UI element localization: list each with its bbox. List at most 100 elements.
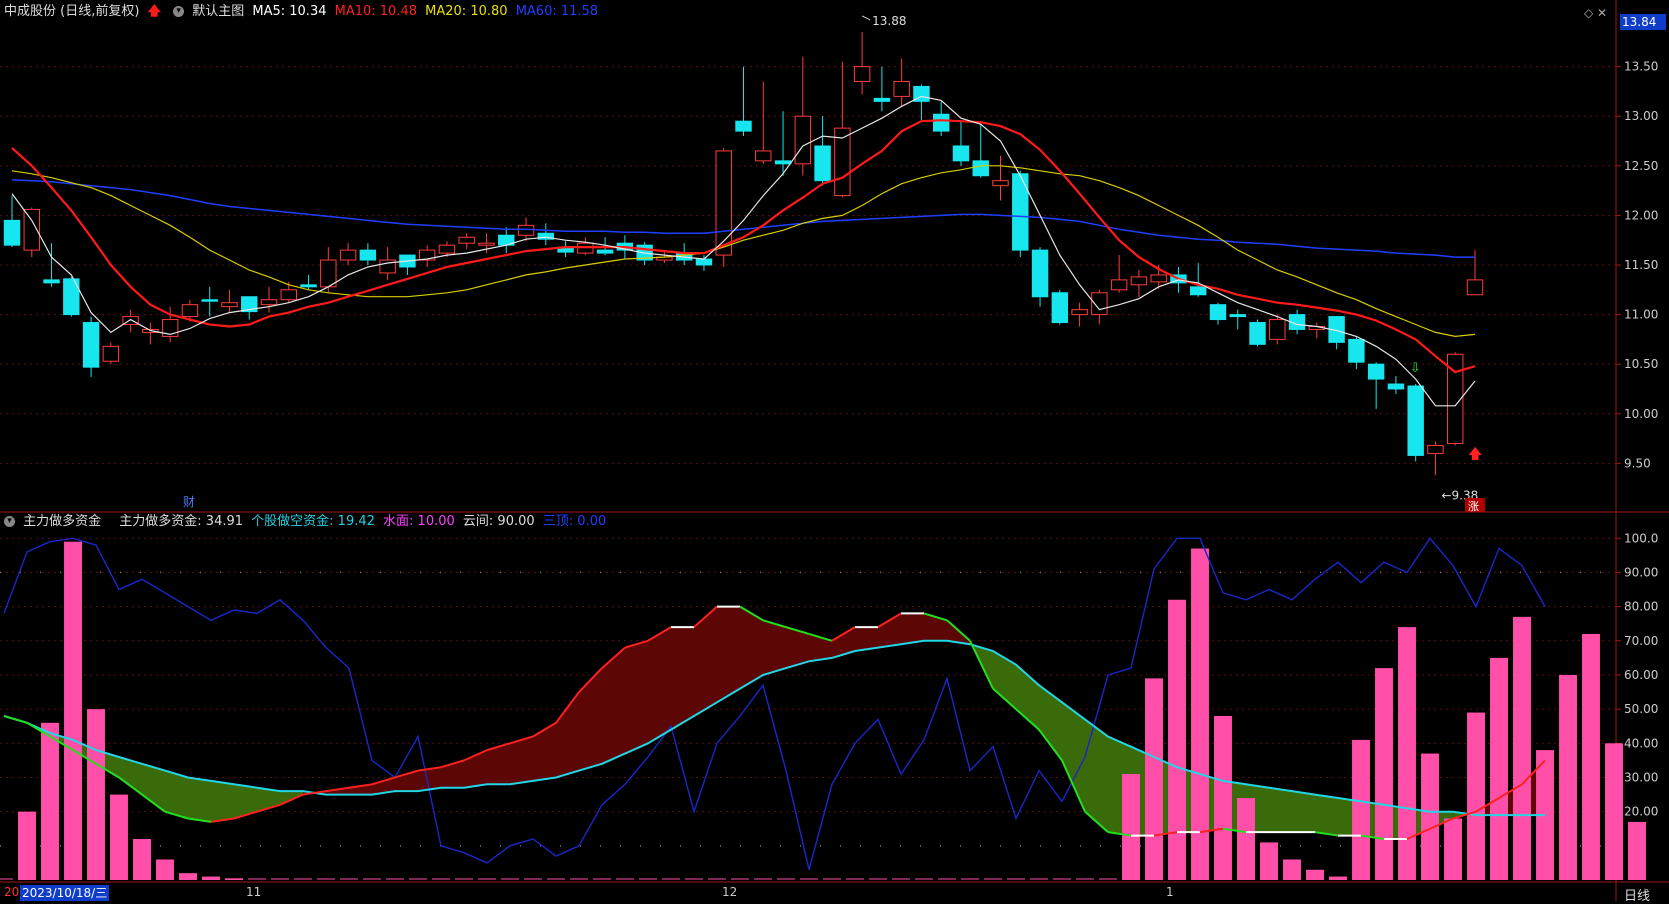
- candle-body: [1209, 304, 1227, 321]
- candle-body: [3, 219, 21, 246]
- candle-body: [300, 284, 317, 288]
- candle-body: [102, 345, 120, 362]
- indicator-ribbon: [1269, 787, 1292, 833]
- candle-body: [438, 244, 456, 254]
- high-pointer: [861, 15, 871, 21]
- pink-bar: [1352, 739, 1370, 880]
- stock-title[interactable]: 中成股份 (日线,前复权): [4, 4, 139, 19]
- ma5-value: MA5: 10.34: [252, 4, 327, 19]
- pink-bar: [1513, 616, 1531, 880]
- indicator-ribbon: [556, 692, 579, 778]
- finance-marker: 财: [183, 495, 195, 509]
- candle-body: [735, 120, 752, 132]
- candle-body: [1269, 319, 1286, 340]
- candle-body: [932, 113, 950, 132]
- pink-bar: [1283, 859, 1301, 880]
- chart-canvas[interactable]: 13.50 13.00 12.50 12.00 11.50 11.00 10.50 10.00…: [0, 0, 1669, 901]
- indicator-ribbon: [832, 627, 855, 658]
- pink-bar: [1329, 876, 1347, 880]
- pink-bar: [179, 873, 197, 880]
- pink-bar: [156, 859, 174, 880]
- candle-body: [755, 150, 772, 162]
- indicator-name[interactable]: 主力做多资金: [23, 514, 101, 529]
- candle-body: [201, 299, 218, 302]
- indicator-axis-label: 20.00: [1624, 805, 1658, 819]
- candle-body: [1367, 363, 1385, 380]
- candle-body: [43, 279, 60, 284]
- chevron-down-icon[interactable]: ▾: [173, 6, 185, 17]
- price-axis-label: 13.00: [1624, 109, 1658, 123]
- indicator-axis-label: 80.00: [1624, 600, 1658, 614]
- pink-bar: [225, 878, 243, 880]
- pink-bar: [1237, 797, 1255, 880]
- price-axis-label: 13.50: [1624, 60, 1658, 74]
- indicator-ribbon: [579, 668, 602, 771]
- pink-bar: [64, 541, 82, 880]
- arrow-up-icon[interactable]: 🡅: [148, 4, 161, 19]
- indicator-axis-label: 30.00: [1624, 770, 1658, 784]
- indicator-ribbon: [763, 620, 786, 675]
- candle-body: [715, 150, 732, 256]
- ma10-value: MA10: 10.48: [334, 4, 418, 19]
- price-axis-label: 12.00: [1624, 208, 1658, 222]
- indicator-ribbon: [1315, 794, 1338, 836]
- candle-body: [992, 180, 1009, 187]
- indicator-ribbon: [142, 763, 165, 812]
- indicator-axis-label: 40.00: [1624, 736, 1658, 750]
- pink-bar: [18, 811, 36, 880]
- indicator-ribbon: [510, 736, 533, 785]
- indicator-ribbon: [188, 777, 211, 822]
- price-axis-label: 11.00: [1624, 308, 1658, 322]
- candle-body: [1031, 249, 1049, 298]
- indicator-ribbon: [648, 627, 671, 744]
- retail-short-value: 个股做空资金: 19.42: [251, 514, 375, 529]
- indicator-ribbon: [625, 640, 648, 754]
- candle-body: [82, 322, 100, 368]
- main-chart-selector[interactable]: 默认主图: [192, 4, 244, 19]
- period-label[interactable]: 日线: [1624, 885, 1650, 904]
- pink-bar: [133, 838, 151, 880]
- pink-bar: [1467, 712, 1485, 880]
- pink-bar: [1421, 753, 1439, 880]
- ma5-line: [11, 95, 1476, 407]
- indicator-ribbon: [878, 613, 901, 648]
- candle-body: [320, 259, 337, 288]
- ma20-line: [11, 165, 1476, 338]
- pink-bar: [1168, 599, 1186, 880]
- pink-bar: [1582, 633, 1600, 880]
- chevron-down-icon[interactable]: ▾: [4, 516, 15, 527]
- date-cursor-tag: 2023/10/18/三: [20, 885, 110, 901]
- indicator-axis-label: 70.00: [1624, 634, 1658, 648]
- price-axis-label: 10.00: [1624, 407, 1658, 421]
- water-level-value: 水面: 10.00: [383, 514, 455, 529]
- top-value: 三顶: 0.00: [542, 514, 607, 529]
- indicator-axis-label: 60.00: [1624, 668, 1658, 682]
- indicator-header: ▾ 主力做多资金 主力做多资金: 34.91 个股做空资金: 19.42 水面:…: [0, 512, 610, 532]
- indicator-ribbon: [717, 606, 740, 703]
- window-controls[interactable]: ◇ ✕: [1584, 6, 1607, 20]
- candle-body: [1249, 322, 1266, 345]
- ma60-value: MA60: 11.58: [515, 4, 599, 19]
- candle-body: [478, 242, 495, 246]
- current-price-tag: 13.84: [1620, 14, 1666, 30]
- candle-body: [972, 160, 989, 177]
- cloud-value: 云间: 90.00: [462, 514, 535, 529]
- candle-body: [1051, 292, 1069, 324]
- month-label-dec: 12: [722, 885, 738, 899]
- x-axis-stub: 20: [4, 885, 20, 899]
- indicator-axis-label: 100.0: [1624, 531, 1658, 545]
- candle-body: [221, 302, 238, 308]
- pink-bar: [1306, 869, 1324, 880]
- indicator-ribbon: [165, 770, 188, 819]
- candle-body: [1348, 338, 1365, 363]
- indicator-ribbon: [211, 780, 234, 822]
- candle-body: [794, 115, 812, 165]
- pink-bar: [1122, 774, 1140, 880]
- candle-body: [339, 249, 357, 261]
- pink-bar: [1628, 821, 1646, 880]
- candle-body: [952, 145, 970, 162]
- candle-body: [893, 81, 910, 97]
- candle-body: [1071, 309, 1088, 316]
- pink-bar: [41, 722, 59, 880]
- ma20-value: MA20: 10.80: [425, 4, 508, 19]
